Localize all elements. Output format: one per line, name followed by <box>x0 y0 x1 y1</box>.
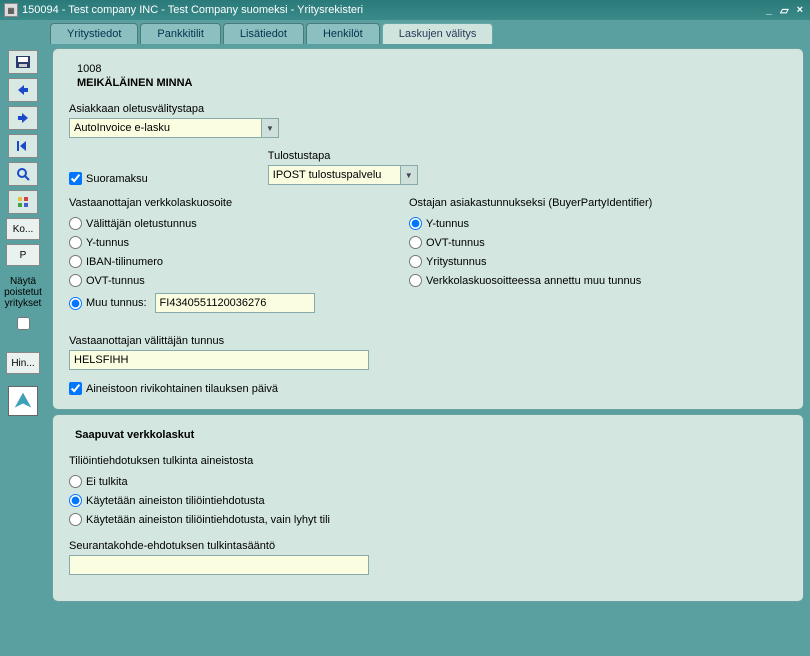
show-deleted-label: Näytä poistetut yritykset <box>4 276 42 309</box>
order-date-check-wrap[interactable]: Aineistoon rivikohtainen tilauksen päivä <box>69 382 787 395</box>
intermediary-label: Vastaanottajan välittäjän tunnus <box>69 335 787 347</box>
radio-iban[interactable]: IBAN-tilinumero <box>69 255 369 268</box>
radio-muu[interactable]: Muu tunnus: <box>69 297 147 310</box>
customer-id: 1008 <box>77 63 787 75</box>
print-method-label: Tulostustapa <box>268 150 418 162</box>
main-panel: 1008 MEIKÄLÄINEN MINNA Asiakkaan oletusv… <box>52 48 804 410</box>
sidebar: Ko... P Näytä poistetut yritykset Hin... <box>0 20 46 656</box>
direct-payment-check-wrap[interactable]: Suoramaksu <box>69 172 148 185</box>
radio-kaytetaan[interactable]: Käytetään aineiston tiliöintiehdotusta <box>69 494 787 507</box>
tracking-input[interactable] <box>69 555 369 575</box>
recipient-address-label: Vastaanottajan verkkolaskuosoite <box>69 197 369 209</box>
radio-buyer-ovt[interactable]: OVT-tunnus <box>409 236 787 249</box>
ko-button[interactable]: Ko... <box>6 218 40 240</box>
app-icon: ▦ <box>4 3 18 17</box>
show-deleted-checkbox[interactable] <box>17 317 30 330</box>
titlebar: ▦ 150094 - Test company INC - Test Compa… <box>0 0 810 20</box>
tools-icon[interactable] <box>8 190 38 214</box>
customer-name: MEIKÄLÄINEN MINNA <box>77 77 787 89</box>
save-icon[interactable] <box>8 50 38 74</box>
radio-buyer-verkkolasku[interactable]: Verkkolaskuosoitteessa annettu muu tunnu… <box>409 274 787 287</box>
window-close-icon[interactable]: × <box>794 4 806 17</box>
incoming-panel: Saapuvat verkkolaskut Tiliöintiehdotukse… <box>52 414 804 602</box>
radio-valittajan[interactable]: Välittäjän oletustunnus <box>69 217 369 230</box>
default-method-label: Asiakkaan oletusvälitystapa <box>69 103 787 115</box>
intermediary-input[interactable] <box>69 350 369 370</box>
tab-lisatiedot[interactable]: Lisätiedot <box>223 23 304 44</box>
tab-henkilot[interactable]: Henkilöt <box>306 23 380 44</box>
search-icon[interactable] <box>8 162 38 186</box>
interpretation-label: Tiliöintiehdotuksen tulkinta aineistosta <box>69 455 787 467</box>
incoming-title: Saapuvat verkkolaskut <box>75 429 787 441</box>
window-title: 150094 - Test company INC - Test Company… <box>22 4 763 16</box>
arrow-first-icon[interactable] <box>8 134 38 158</box>
arrow-left-icon[interactable] <box>8 78 38 102</box>
logo-icon[interactable] <box>8 386 38 416</box>
window-maximize-icon[interactable]: ▱ <box>777 4 791 17</box>
direct-payment-checkbox[interactable] <box>69 172 82 185</box>
window-minimize-icon[interactable]: _ <box>763 4 775 17</box>
order-date-label: Aineistoon rivikohtainen tilauksen päivä <box>86 383 278 395</box>
radio-kaytetaan-lyhyt[interactable]: Käytetään aineiston tiliöintiehdotusta, … <box>69 513 787 526</box>
tab-pankkitilit[interactable]: Pankkitilit <box>140 23 220 44</box>
buyer-id-label: Ostajan asiakastunnukseksi (BuyerPartyId… <box>409 197 787 209</box>
hin-button[interactable]: Hin... <box>6 352 40 374</box>
radio-buyer-ytunnus[interactable]: Y-tunnus <box>409 217 787 230</box>
radio-ovt[interactable]: OVT-tunnus <box>69 274 369 287</box>
radio-ei-tulkita[interactable]: Ei tulkita <box>69 475 787 488</box>
print-method-select[interactable] <box>268 165 418 185</box>
order-date-checkbox[interactable] <box>69 382 82 395</box>
radio-buyer-yritystunnus[interactable]: Yritystunnus <box>409 255 787 268</box>
p-button[interactable]: P <box>6 244 40 266</box>
radio-ytunnus[interactable]: Y-tunnus <box>69 236 369 249</box>
muu-tunnus-input[interactable] <box>155 293 315 313</box>
tab-laskujen-valitys[interactable]: Laskujen välitys <box>382 23 494 44</box>
tracking-label: Seurantakohde-ehdotuksen tulkintasääntö <box>69 540 787 552</box>
direct-payment-label: Suoramaksu <box>86 173 148 185</box>
arrow-right-icon[interactable] <box>8 106 38 130</box>
tab-yritystiedot[interactable]: Yritystiedot <box>50 23 138 44</box>
tab-bar: Yritystiedot Pankkitilit Lisätiedot Henk… <box>50 20 806 44</box>
default-method-select[interactable] <box>69 118 279 138</box>
